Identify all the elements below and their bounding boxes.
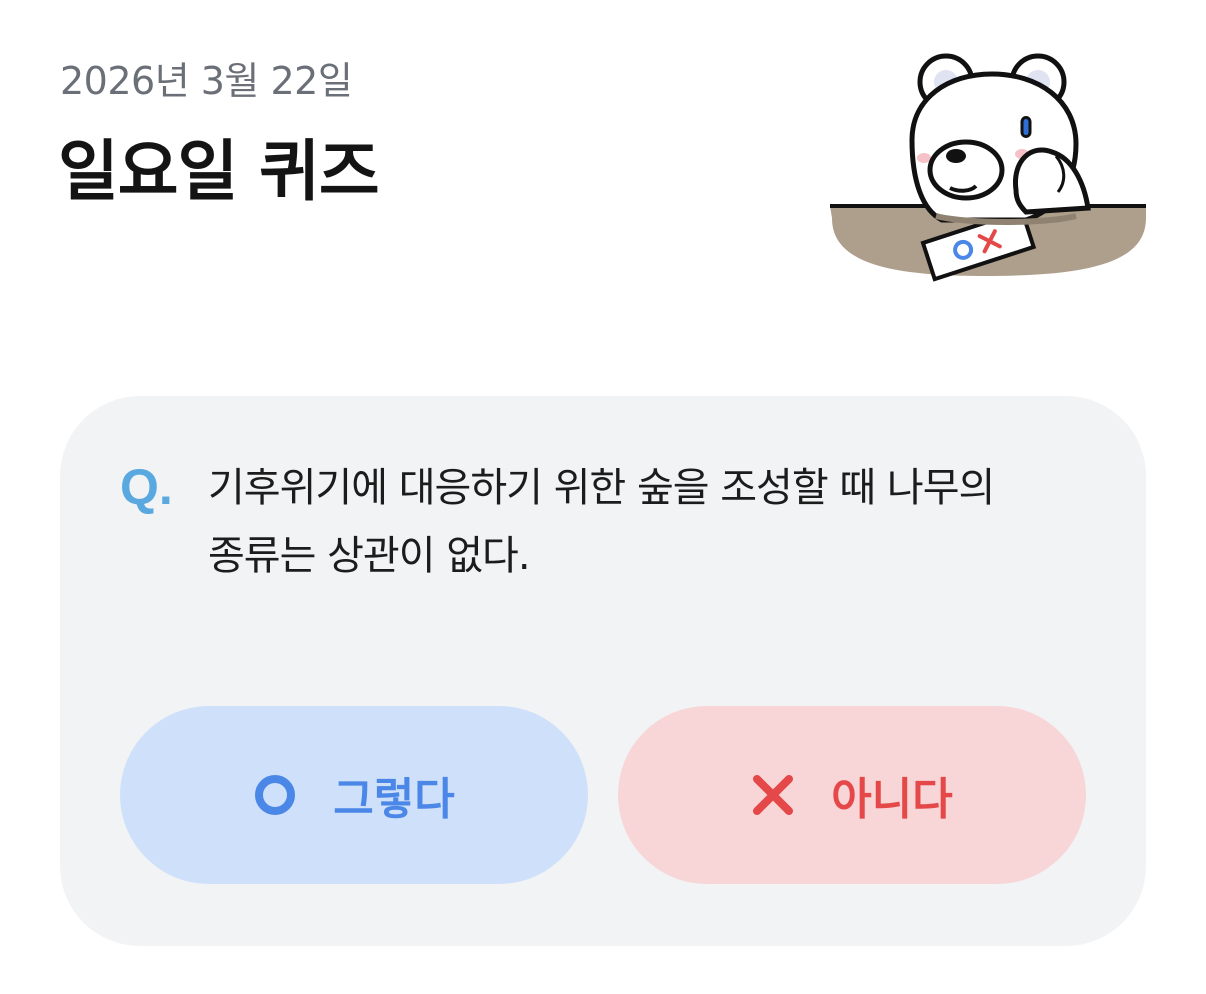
bear-illustration — [826, 40, 1152, 290]
answer-no-button[interactable]: 아니다 — [618, 706, 1086, 884]
date-label: 2026년 3월 22일 — [60, 59, 353, 103]
question-text: 기후위기에 대응하기 위한 숲을 조성할 때 나무의 종류는 상관이 없다. — [208, 465, 995, 579]
circle-o-icon — [253, 773, 297, 817]
answer-no-label: 아니다 — [831, 774, 953, 825]
x-mark-icon — [751, 773, 795, 817]
quiz-card: Q. 기후위기에 대응하기 위한 숲을 조성할 때 나무의 종류는 상관이 없다… — [60, 396, 1146, 946]
answer-yes-label: 그렇다 — [333, 774, 455, 825]
bear-at-desk-icon — [830, 53, 1146, 282]
question-mark-label: Q. — [120, 459, 173, 515]
answer-yes-button[interactable]: 그렇다 — [120, 706, 588, 884]
page-title: 일요일 퀴즈 — [58, 133, 380, 210]
